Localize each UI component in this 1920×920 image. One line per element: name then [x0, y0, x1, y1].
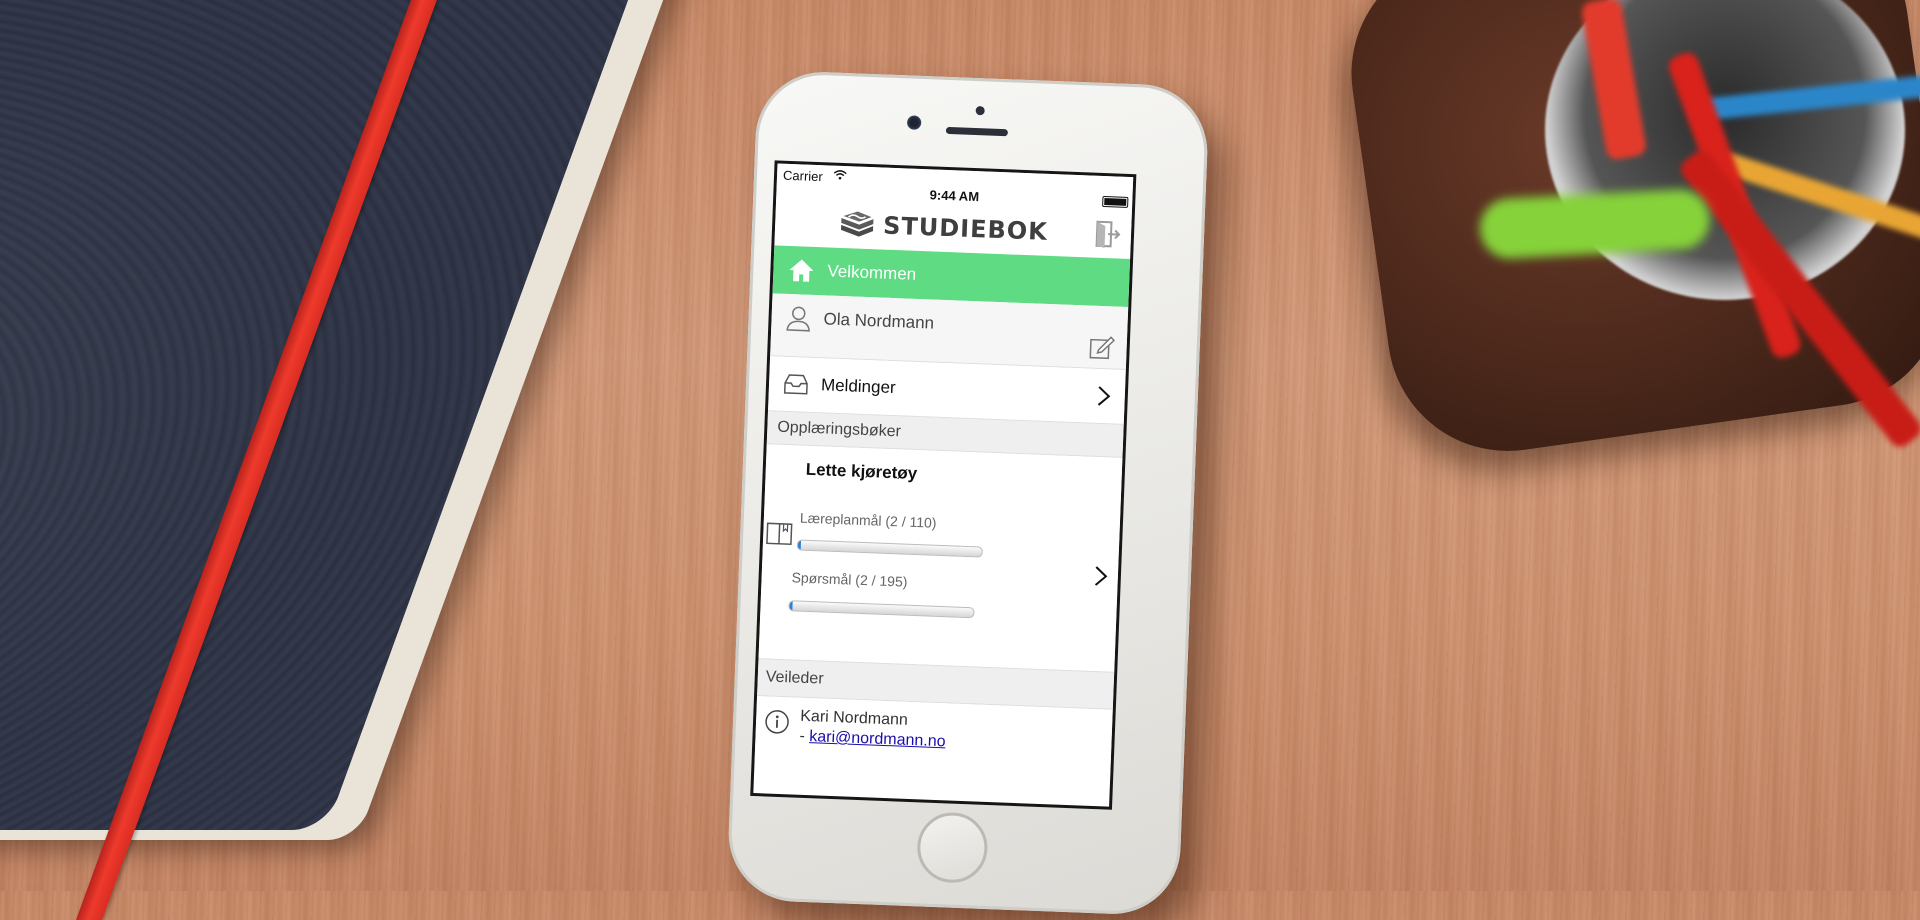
open-book-icon [765, 520, 794, 547]
wifi-icon [833, 170, 847, 184]
curriculum-progress-bar [797, 539, 983, 557]
training-book-card[interactable]: Lette kjøretøy Læreplanmål (2 / 110) Spø… [759, 444, 1123, 672]
menu-item-welcome-label: Velkommen [827, 261, 917, 284]
edit-icon[interactable] [1088, 334, 1115, 361]
mentor-email-link[interactable]: kari@nordmann.no [809, 728, 946, 750]
pen-cap [1478, 188, 1711, 260]
questions-progress-label: Spørsmål (2 / 195) [791, 569, 907, 589]
chevron-right-icon [1093, 565, 1108, 588]
iphone: Carrier 9:44 AM STUDIEBOK [726, 70, 1210, 917]
chevron-right-icon [1096, 385, 1111, 408]
book-title: Lette kjøretøy [805, 460, 917, 484]
mentor-contact: Kari Nordmann - kari@nordmann.no [754, 696, 1112, 780]
mentor-name: Kari Nordmann [800, 708, 908, 730]
person-icon [785, 304, 812, 333]
inbox-icon [783, 373, 810, 396]
home-icon [787, 257, 816, 284]
curriculum-progress-fill [798, 541, 802, 550]
questions-progress-fill [789, 601, 792, 610]
section-title: Opplæringsbøker [777, 419, 901, 442]
questions-progress-bar [788, 600, 974, 618]
battery-icon [1102, 196, 1128, 208]
menu-item-messages-label: Meldinger [821, 375, 896, 398]
books-logo-icon [837, 208, 878, 240]
app-logo-text: STUDIEBOK [883, 212, 1049, 246]
section-title: Veileder [765, 668, 823, 688]
mentor-email-line: - kari@nordmann.no [799, 728, 946, 752]
notebook [0, 0, 650, 830]
user-name: Ola Nordmann [823, 309, 934, 333]
mentor-email-dash: - [799, 728, 805, 745]
curriculum-progress-label: Læreplanmål (2 / 110) [800, 510, 937, 531]
phone-screen: Carrier 9:44 AM STUDIEBOK [750, 160, 1136, 809]
info-icon [764, 708, 791, 735]
logout-icon[interactable] [1095, 220, 1122, 249]
